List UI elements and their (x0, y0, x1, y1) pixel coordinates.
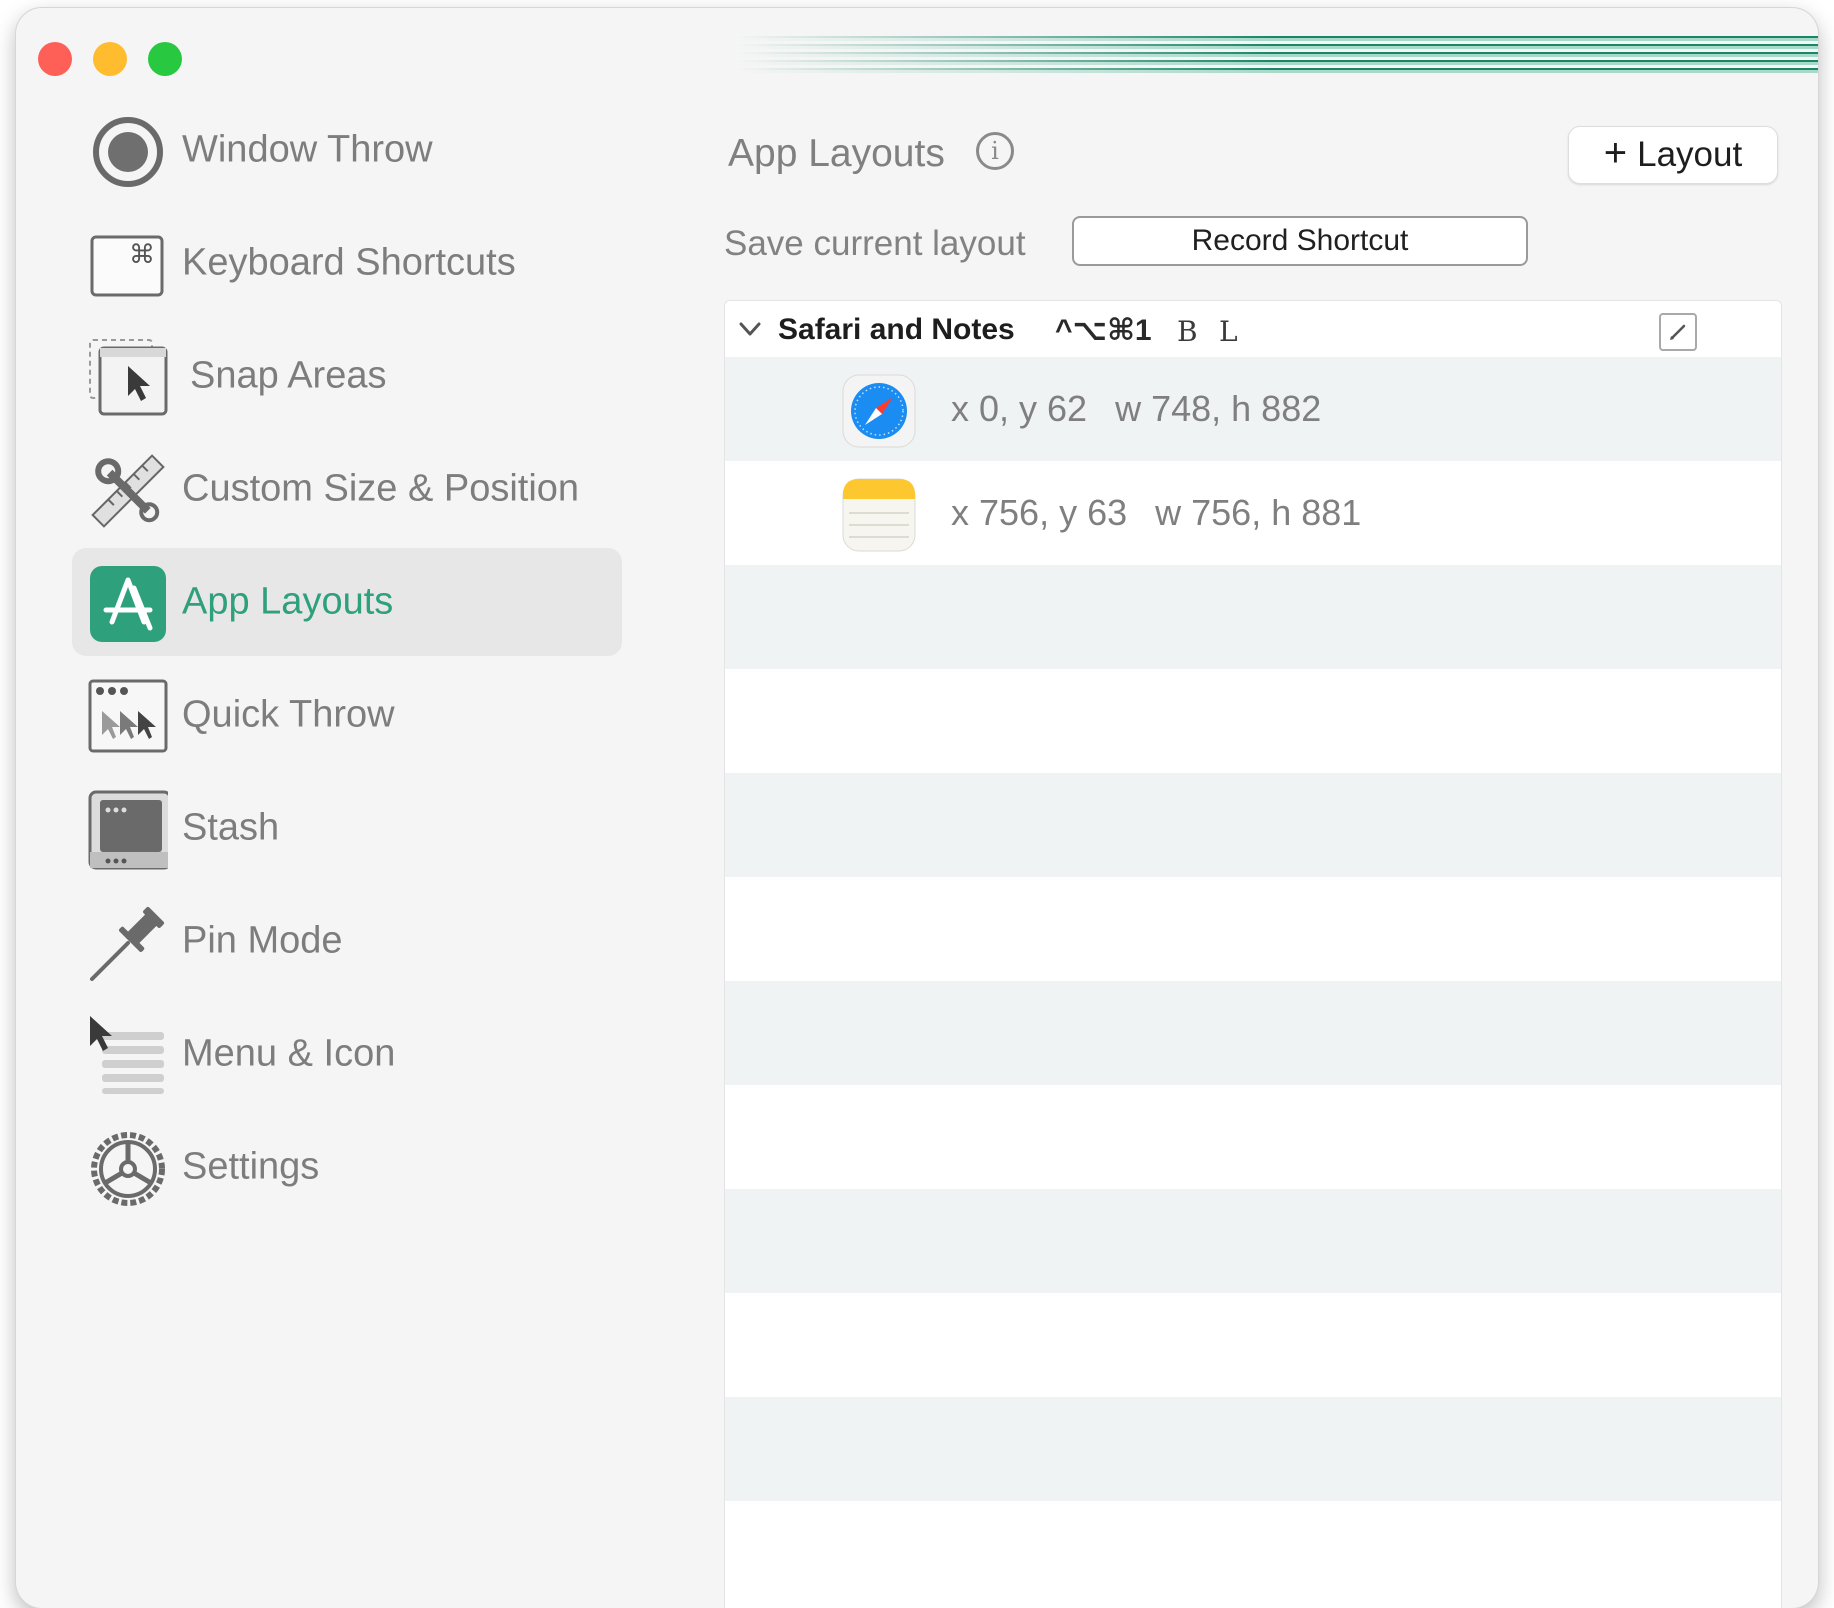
layout-app-row[interactable]: x 0, y 62 w 748, h 882 (725, 357, 1781, 461)
record-shortcut-button[interactable]: Record Shortcut (1072, 216, 1528, 266)
safari-icon (841, 373, 917, 449)
sidebar-item-window-throw[interactable]: Window Throw (72, 96, 622, 204)
gear-icon (88, 1129, 168, 1209)
sidebar-item-settings[interactable]: Settings (72, 1113, 622, 1221)
app-layouts-icon (88, 564, 168, 644)
keyboard-shortcuts-icon: ⌘ (88, 225, 168, 305)
custom-size-icon (88, 451, 168, 531)
app-size: w 748, h 882 (1115, 388, 1322, 429)
layout-flag-b: B (1177, 315, 1198, 348)
titlebar-decoration (736, 36, 1818, 76)
sidebar-item-menu-icon[interactable]: Menu & Icon (72, 1000, 622, 1108)
layout-name: Safari and Notes (778, 313, 1015, 346)
layout-list: Safari and Notes ^⌥⌘1 B L x 0, y 62 w 74… (724, 300, 1782, 1608)
app-frame-text: x 756, y 63 w 756, h 881 (951, 492, 1361, 534)
pencil-icon (1670, 324, 1686, 340)
empty-row (725, 1085, 1781, 1189)
sidebar-item-label: Pin Mode (182, 919, 343, 962)
snap-areas-icon (88, 338, 168, 418)
layout-group-header[interactable]: Safari and Notes ^⌥⌘1 B L (725, 301, 1781, 357)
sidebar-item-label: Snap Areas (190, 354, 387, 397)
empty-row (725, 1501, 1781, 1605)
layout-shortcut: ^⌥⌘1 (1055, 314, 1152, 347)
menu-icon (88, 1016, 168, 1096)
sidebar-item-label: Window Throw (182, 128, 433, 171)
sidebar-item-keyboard-shortcuts[interactable]: ⌘ Keyboard Shortcuts (72, 209, 622, 317)
add-layout-label: Layout (1637, 135, 1743, 174)
empty-row (725, 981, 1781, 1085)
empty-row (725, 1189, 1781, 1293)
app-position: x 0, y 62 (951, 388, 1088, 429)
maximize-window-button[interactable] (148, 42, 182, 76)
empty-row (725, 773, 1781, 877)
sidebar-item-stash[interactable]: Stash (72, 774, 622, 882)
empty-row (725, 877, 1781, 981)
app-window: Window Throw ⌘ Keyboard Shortcuts Snap A… (16, 8, 1818, 1608)
notes-icon (841, 477, 917, 553)
sidebar-item-pin-mode[interactable]: Pin Mode (72, 887, 622, 995)
stash-icon (88, 790, 168, 870)
app-position: x 756, y 63 (951, 492, 1128, 533)
svg-text:⌘: ⌘ (129, 240, 155, 270)
sidebar-item-quick-throw[interactable]: Quick Throw (72, 661, 622, 769)
edit-layout-button[interactable] (1659, 313, 1697, 351)
window-throw-icon (88, 112, 168, 192)
minimize-window-button[interactable] (93, 42, 127, 76)
plus-icon: + (1603, 130, 1628, 175)
sidebar-item-label: Keyboard Shortcuts (182, 241, 516, 284)
empty-row (725, 1397, 1781, 1501)
empty-row (725, 1293, 1781, 1397)
page-title: App Layouts (728, 132, 945, 175)
empty-row (725, 565, 1781, 669)
app-frame-text: x 0, y 62 w 748, h 882 (951, 388, 1321, 430)
quick-throw-icon (88, 677, 168, 757)
close-window-button[interactable] (38, 42, 72, 76)
add-layout-button[interactable]: + Layout (1568, 126, 1778, 184)
sidebar-item-snap-areas[interactable]: Snap Areas (72, 322, 622, 430)
sidebar-item-app-layouts[interactable]: App Layouts (72, 548, 622, 656)
layout-app-row[interactable]: x 756, y 63 w 756, h 881 (725, 461, 1781, 565)
chevron-down-icon[interactable] (737, 316, 763, 342)
sidebar-item-label: Stash (182, 806, 280, 849)
sidebar-item-label: Custom Size & Position (182, 467, 580, 510)
sidebar-item-label: Quick Throw (182, 693, 395, 736)
sidebar-item-custom-size[interactable]: Custom Size & Position (72, 435, 622, 543)
save-current-layout-label: Save current layout (724, 224, 1026, 263)
layout-flag-l: L (1219, 315, 1238, 348)
app-size: w 756, h 881 (1155, 492, 1362, 533)
pin-icon (88, 903, 168, 983)
sidebar-item-label: App Layouts (182, 580, 394, 623)
sidebar-item-label: Settings (182, 1145, 320, 1188)
info-icon[interactable]: i (976, 132, 1014, 170)
title-bar (16, 8, 1818, 92)
sidebar-item-label: Menu & Icon (182, 1032, 396, 1075)
empty-row (725, 669, 1781, 773)
